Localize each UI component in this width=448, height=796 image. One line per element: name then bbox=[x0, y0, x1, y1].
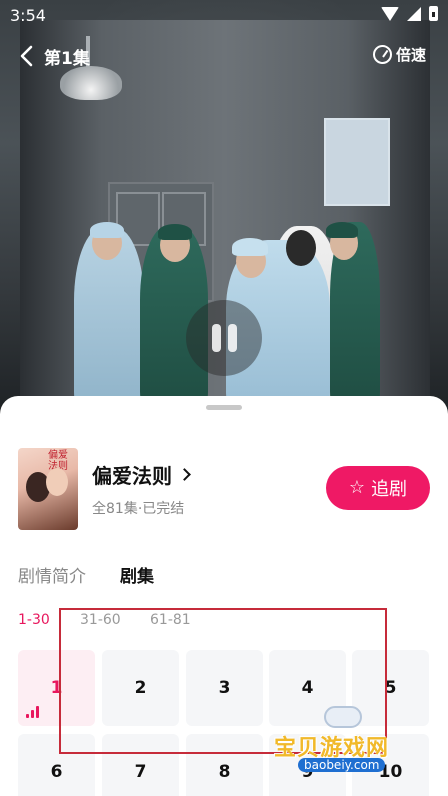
episode-number: 6 bbox=[50, 762, 63, 782]
episode-number: 8 bbox=[218, 762, 231, 782]
status-icons bbox=[381, 6, 438, 21]
drama-title[interactable]: 偏爱法则 bbox=[92, 460, 191, 489]
cellular-signal-icon bbox=[407, 6, 421, 21]
tab-episodes[interactable]: 剧集 bbox=[120, 562, 154, 587]
cap bbox=[232, 238, 268, 256]
pause-icon bbox=[211, 324, 221, 352]
speed-gauge-icon bbox=[372, 45, 392, 64]
drag-handle[interactable] bbox=[206, 405, 242, 410]
head bbox=[286, 230, 316, 266]
drama-cover[interactable]: 偏爱法则 bbox=[18, 448, 78, 530]
watermark-url: baobeiy.com bbox=[298, 758, 386, 772]
cap bbox=[158, 224, 192, 240]
wifi-icon bbox=[381, 6, 399, 21]
episode-sheet: 偏爱法则 偏爱法则 全81集·已完结 ☆ 追剧 剧情简介 剧集 1-30 31-… bbox=[0, 396, 448, 796]
cover-title: 偏爱法则 bbox=[48, 450, 68, 472]
cap bbox=[90, 222, 124, 238]
player-topbar: 第1集 倍速 bbox=[0, 38, 448, 74]
status-bar: 3:54 bbox=[0, 0, 448, 32]
pause-button[interactable] bbox=[186, 300, 262, 376]
back-arrow-icon[interactable] bbox=[18, 44, 38, 68]
pause-icon bbox=[227, 324, 237, 352]
status-time: 3:54 bbox=[10, 6, 46, 25]
wall-poster bbox=[324, 118, 390, 206]
drama-title-text: 偏爱法则 bbox=[92, 464, 172, 488]
chevron-right-icon bbox=[178, 468, 191, 481]
episode-title: 第1集 bbox=[44, 49, 90, 69]
watermark: 宝贝游戏网 baobeiy.com bbox=[268, 694, 418, 784]
speed-button[interactable]: 倍速 bbox=[372, 44, 426, 65]
battery-icon bbox=[429, 6, 438, 21]
gamepad-icon bbox=[324, 706, 362, 728]
cap bbox=[326, 222, 358, 238]
speed-label: 倍速 bbox=[395, 46, 426, 64]
drama-meta: 全81集·已完结 bbox=[92, 501, 185, 517]
follow-label: 追剧 bbox=[371, 479, 408, 500]
follow-button[interactable]: ☆ 追剧 bbox=[326, 466, 430, 510]
episode-number: 7 bbox=[134, 762, 147, 782]
tab-synopsis[interactable]: 剧情简介 bbox=[18, 562, 86, 587]
star-icon: ☆ bbox=[348, 477, 366, 498]
now-playing-icon bbox=[26, 706, 39, 718]
range-tab-1-30[interactable]: 1-30 bbox=[18, 612, 50, 628]
